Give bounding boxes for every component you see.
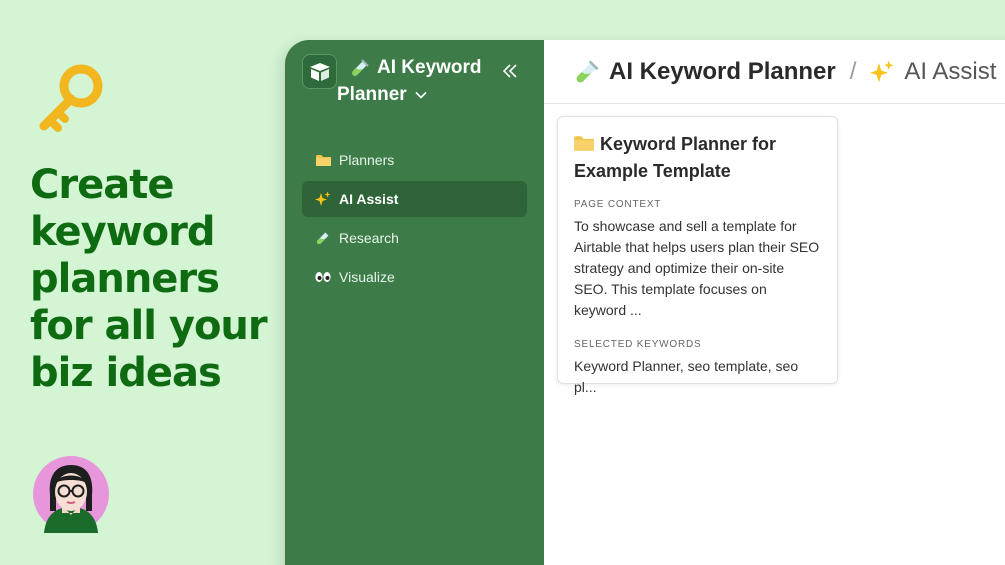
breadcrumb: AI Keyword Planner / AI Assist (544, 40, 1005, 104)
key-icon (39, 64, 103, 132)
eyes-icon (315, 269, 331, 285)
headline-line: planners (30, 256, 220, 302)
selected-keywords-label: SELECTED KEYWORDS (574, 339, 702, 350)
workspace-switcher[interactable]: AI Keyword Planner (337, 54, 501, 108)
app-window: AI Keyword Planner Planners AI Assist Re… (285, 40, 1005, 565)
sidebar-item-ai-assist[interactable]: AI Assist (302, 181, 527, 217)
selected-keywords-text: Keyword Planner, seo template, seo pl... (574, 358, 799, 395)
breadcrumb-page[interactable]: AI Keyword Planner (609, 58, 836, 86)
sparkles-icon (870, 60, 894, 82)
main-content: AI Keyword Planner / AI Assist Keyword P… (544, 40, 1005, 565)
breadcrumb-separator: / (849, 57, 857, 85)
sidebar-item-research[interactable]: Research (302, 220, 527, 256)
workspace-title-cont: Planner (337, 84, 407, 105)
double-chevron-left-icon (502, 64, 517, 78)
headline-line: for all your (30, 303, 268, 349)
sidebar-item-visualize[interactable]: Visualize (302, 259, 527, 295)
page-context-label: PAGE CONTEXT (574, 199, 662, 210)
promo-headline: Create keyword planners for all your biz… (30, 162, 280, 397)
headline-line: biz ideas (30, 350, 222, 396)
headline-line: Create (30, 162, 174, 208)
sidebar-item-label: Visualize (339, 269, 395, 285)
collapse-sidebar-button[interactable] (499, 60, 521, 82)
app-logo[interactable] (302, 54, 337, 89)
avatar (33, 456, 109, 533)
test-tube-icon (315, 230, 331, 246)
page-context-text: To showcase and sell a template for Airt… (574, 218, 820, 318)
breadcrumb-section: AI Assist (904, 57, 997, 85)
folder-icon (574, 136, 594, 151)
card-title-text: Keyword Planner for Example Template (574, 134, 777, 181)
sidebar-item-planners[interactable]: Planners (302, 142, 527, 178)
test-tube-icon (576, 59, 599, 82)
sidebar: AI Keyword Planner Planners AI Assist Re… (285, 40, 544, 565)
folder-icon (315, 152, 331, 168)
sidebar-nav: Planners AI Assist Research Visualize (302, 142, 527, 298)
sidebar-item-label: Research (339, 230, 399, 246)
sidebar-item-label: Planners (339, 152, 395, 168)
sparkles-icon (315, 191, 331, 207)
cube-icon (309, 62, 330, 81)
planner-card[interactable]: Keyword Planner for Example Template PAG… (557, 116, 838, 395)
sidebar-item-label: AI Assist (339, 191, 399, 207)
chevron-down-icon (415, 91, 427, 99)
test-tube-icon (352, 58, 369, 76)
card-title: Keyword Planner for Example Template (574, 131, 821, 185)
workspace-title: AI Keyword (377, 57, 482, 78)
headline-line: keyword (30, 209, 216, 255)
